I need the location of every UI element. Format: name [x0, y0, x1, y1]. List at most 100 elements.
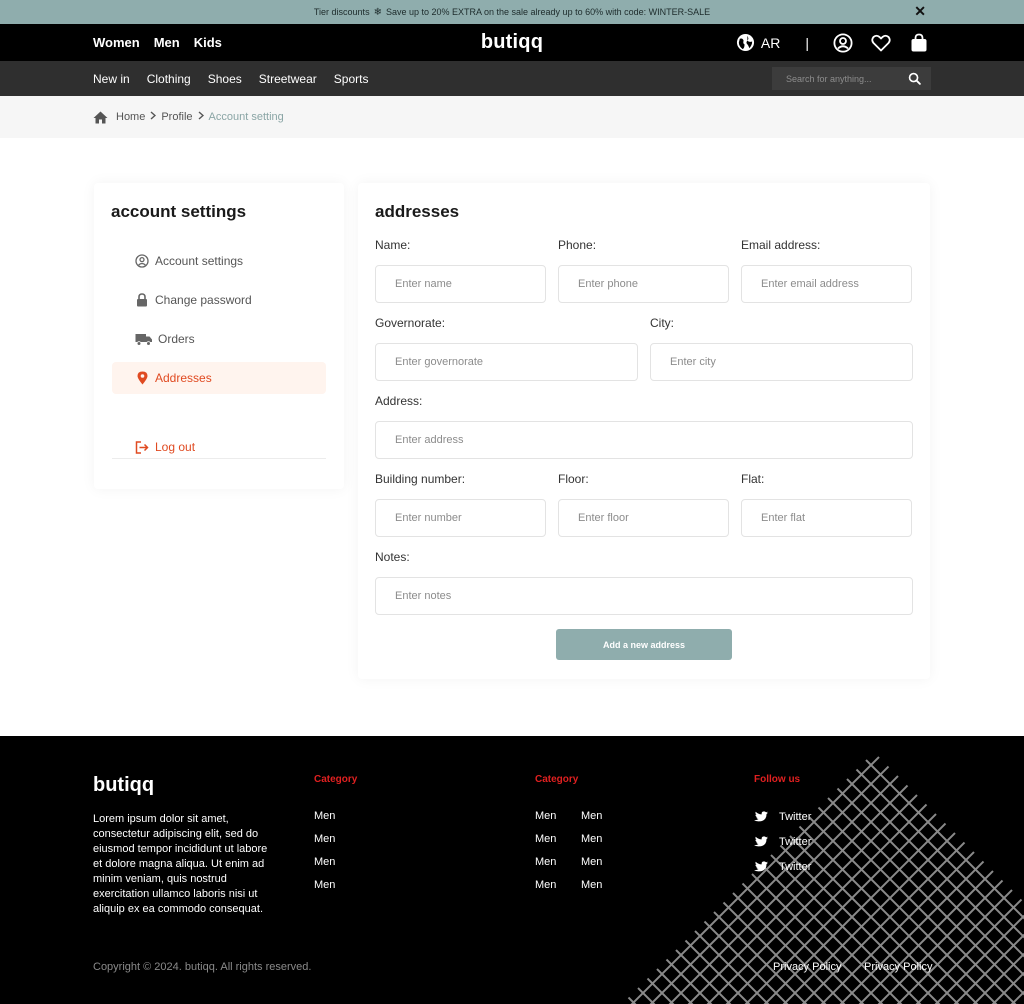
search-icon[interactable]: [908, 72, 921, 85]
footer-link[interactable]: Men: [535, 833, 556, 845]
nav-men[interactable]: Men: [154, 35, 180, 50]
snowflake-icon: ❄: [373, 6, 382, 18]
footer-link[interactable]: Men: [535, 879, 556, 891]
top-bar: Women Men Kids butiqq AR |: [0, 24, 1024, 61]
sidebar-item-addresses[interactable]: Addresses: [112, 362, 326, 394]
globe-icon: [736, 33, 755, 52]
sidebar-item-label: Orders: [158, 332, 195, 346]
nav-clothing[interactable]: Clothing: [147, 72, 191, 86]
flat-field[interactable]: [741, 499, 912, 537]
address-form: addresses Name: Phone: Email address: Go…: [358, 183, 930, 679]
footer-link[interactable]: Men: [581, 810, 602, 822]
footer-heading-category-1: Category: [314, 774, 358, 785]
breadcrumb-current: Account setting: [208, 111, 284, 123]
home-icon[interactable]: [93, 111, 108, 124]
heart-icon[interactable]: [869, 31, 893, 55]
nav-women[interactable]: Women: [93, 35, 140, 50]
footer-link[interactable]: Men: [581, 856, 602, 868]
privacy-policy-link[interactable]: Privacy Policy: [773, 961, 841, 973]
breadcrumb-profile[interactable]: Profile: [161, 111, 192, 123]
gender-nav: Women Men Kids: [93, 35, 222, 50]
nav-kids[interactable]: Kids: [194, 35, 222, 50]
header-separator: |: [805, 34, 809, 51]
name-label: Name:: [375, 238, 411, 252]
chevron-right-icon: [150, 111, 157, 123]
governorate-label: Governorate:: [375, 316, 446, 330]
floor-field[interactable]: [558, 499, 729, 537]
footer-link[interactable]: Men: [314, 810, 335, 822]
governorate-field[interactable]: [375, 343, 638, 381]
city-label: City:: [650, 316, 674, 330]
search-input[interactable]: [786, 73, 908, 84]
lock-icon: [135, 293, 149, 307]
email-field[interactable]: [741, 265, 912, 303]
form-title: addresses: [375, 202, 460, 221]
logout-icon: [135, 440, 149, 454]
logout-label: Log out: [155, 440, 196, 454]
footer-link[interactable]: Men: [314, 833, 335, 845]
social-label: Twitter: [779, 836, 812, 848]
copyright-text: Copyright © 2024. butiqq. All rights res…: [93, 961, 312, 973]
sidebar-item-label: Addresses: [155, 371, 212, 385]
twitter-icon: [754, 836, 768, 848]
sidebar-item-orders[interactable]: Orders: [112, 323, 326, 355]
footer-about: Lorem ipsum dolor sit amet, consectetur …: [93, 813, 268, 915]
social-link-twitter[interactable]: Twitter: [754, 811, 811, 823]
sidebar-item-account-settings[interactable]: Account settings: [112, 245, 326, 277]
footer-heading-category-2: Category: [535, 774, 579, 785]
notes-field[interactable]: [375, 577, 913, 615]
breadcrumb-home[interactable]: Home: [116, 111, 145, 123]
logo[interactable]: butiqq: [481, 31, 543, 54]
social-link-twitter[interactable]: Twitter: [754, 861, 811, 873]
twitter-icon: [754, 861, 768, 873]
floor-label: Floor:: [558, 472, 589, 486]
nav-streetwear[interactable]: Streetwear: [259, 72, 317, 86]
address-field[interactable]: [375, 421, 913, 459]
add-address-button[interactable]: Add a new address: [556, 629, 732, 660]
phone-label: Phone:: [558, 238, 597, 252]
main-content: account settings Account settings Change…: [0, 138, 1024, 735]
chevron-right-icon: [198, 111, 204, 123]
category-nav: New in Clothing Shoes Streetwear Sports: [0, 61, 1024, 96]
sidebar-item-change-password[interactable]: Change password: [112, 284, 326, 316]
map-pin-icon: [135, 371, 149, 385]
nav-shoes[interactable]: Shoes: [208, 72, 242, 86]
social-label: Twitter: [779, 811, 812, 823]
truck-icon: [135, 333, 153, 346]
footer-link[interactable]: Men: [581, 879, 602, 891]
footer-logo[interactable]: butiqq: [93, 774, 154, 797]
footer-link[interactable]: Men: [314, 879, 335, 891]
footer-link[interactable]: Men: [535, 810, 556, 822]
footer: butiqq Lorem ipsum dolor sit amet, conse…: [0, 736, 1024, 1004]
building-number-label: Building number:: [375, 472, 466, 486]
promo-bar: Tier discounts ❄ Save up to 20% EXTRA on…: [0, 0, 1024, 24]
language-switch[interactable]: AR: [736, 33, 780, 52]
building-number-field[interactable]: [375, 499, 546, 537]
flat-label: Flat:: [741, 472, 765, 486]
promo-label: Tier discounts: [313, 7, 370, 17]
nav-sports[interactable]: Sports: [334, 72, 369, 86]
promo-text: Save up to 20% EXTRA on the sale already…: [385, 7, 711, 17]
email-label: Email address:: [741, 238, 821, 252]
social-label: Twitter: [779, 861, 812, 873]
footer-link[interactable]: Men: [314, 856, 335, 868]
shopping-bag-icon[interactable]: [907, 31, 931, 55]
name-field[interactable]: [375, 265, 546, 303]
user-icon[interactable]: [831, 31, 855, 55]
nav-new-in[interactable]: New in: [93, 72, 130, 86]
sidebar-item-label: Change password: [155, 293, 252, 307]
phone-field[interactable]: [558, 265, 729, 303]
privacy-policy-link[interactable]: Privacy Policy: [864, 961, 932, 973]
address-label: Address:: [375, 394, 423, 408]
logout-button[interactable]: Log out: [112, 431, 326, 463]
header-actions: AR |: [736, 31, 931, 55]
city-field[interactable]: [650, 343, 913, 381]
footer-link[interactable]: Men: [581, 833, 602, 845]
close-icon[interactable]: ✕: [914, 3, 926, 20]
settings-sidebar: account settings Account settings Change…: [94, 183, 344, 489]
social-link-twitter[interactable]: Twitter: [754, 836, 811, 848]
sidebar-title: account settings: [111, 202, 247, 221]
language-label: AR: [760, 34, 781, 51]
footer-link[interactable]: Men: [535, 856, 556, 868]
user-circle-icon: [135, 254, 149, 268]
